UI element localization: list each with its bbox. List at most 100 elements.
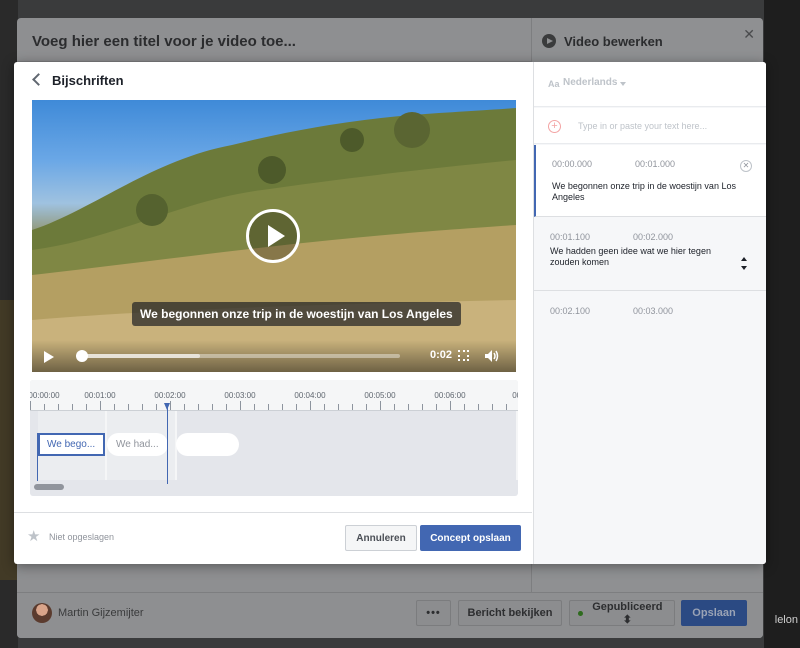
timeline-tick [408,404,409,410]
caption-cue-1[interactable]: 00:00.000 00:01.000 ✕ We begonnen onze t… [534,145,766,217]
cue-end-time[interactable]: 00:01.000 [635,159,675,169]
cue-start-time[interactable]: 00:00.000 [552,159,592,169]
video-controls: 0:02 [32,340,516,372]
timeline-tick [198,404,199,410]
timeline-tick [254,404,255,410]
timeline-tick [324,404,325,410]
backdrop-header: Voeg hier een titel voor je video toe... [17,18,531,62]
timeline-tick [436,404,437,410]
cue-end-time[interactable]: 00:03.000 [633,306,673,316]
dialog-header: Bijschriften [14,62,532,100]
timeline-playhead[interactable] [167,404,168,484]
timeline-tick-label: 00:0 [512,391,518,400]
view-post-button[interactable]: Bericht bekijken [458,600,562,626]
timeline-tick-label: 00:02:00 [154,391,186,400]
play-button[interactable] [246,209,300,263]
cue-text[interactable]: We begonnen onze trip in de woestijn van… [552,181,738,203]
timeline-segment-1[interactable]: We bego... [38,433,105,456]
timeline-tick [128,404,129,410]
cue-text[interactable]: We hadden geen idee wat we hier tegen zo… [550,246,736,268]
play-circle-icon [542,34,556,48]
timeline-tick-label: 00:00:00 [30,391,60,400]
captions-dialog: Bijschriften We begonnen onze trip in de… [14,62,766,564]
close-icon[interactable]: ✕ [743,26,755,43]
video-player[interactable]: We begonnen onze trip in de woestijn van… [32,100,516,372]
star-icon: ★ [27,528,41,545]
timeline-scrollbar[interactable] [34,484,64,490]
save-button[interactable]: Opslaan [681,600,747,626]
timeline-tick [478,404,479,410]
timeline-tick [58,404,59,410]
timeline-ruler[interactable]: 00:00:00 00:01:00 00:02:00 00:03:00 00:04:00… [30,380,518,411]
caption-cue-3[interactable]: 00:02.100 00:03.000 [534,292,766,352]
timeline-tick [422,404,423,410]
progress-scrubber[interactable] [76,350,400,362]
scrubber-handle[interactable] [76,350,88,362]
language-label: Nederlands [563,77,618,88]
timeline-tick [240,401,241,410]
new-caption-row: + [534,108,766,144]
chevron-down-icon [620,82,626,86]
timeline-tick [226,404,227,410]
timeline-tick [506,404,507,410]
video-title-field[interactable]: Voeg hier een titel voor je video toe... [32,33,296,50]
captions-panel: Aa Nederlands + 00:00.000 00:01.000 ✕ We… [533,62,766,564]
timeline-tick [380,401,381,410]
cue-start-time[interactable]: 00:02.100 [550,306,590,316]
timeline-tick [366,404,367,410]
status-dot-icon [578,610,583,616]
timeline-tick [30,401,31,410]
volume-icon[interactable] [484,349,500,363]
timeline-tick [450,401,451,410]
caption-timeline[interactable]: 00:00:00 00:01:00 00:02:00 00:03:00 00:04:00… [30,380,518,496]
timeline-tick [296,404,297,410]
timeline-segment-2[interactable]: We had... [107,433,168,456]
timeline-segment-3[interactable] [176,433,239,456]
cue-start-time[interactable]: 00:01.100 [550,232,590,242]
timeline-tick [464,404,465,410]
caption-overlay: We begonnen onze trip in de woestijn van… [132,302,461,326]
timeline-tick [100,401,101,410]
progress-fill [78,354,201,358]
published-label: Gepubliceerd ⬍ [592,600,663,626]
timeline-tick [170,401,171,410]
dialog-main: Bijschriften We begonnen onze trip in de… [14,62,532,564]
caption-text-input[interactable] [578,118,758,134]
cue-end-time[interactable]: 00:02.000 [633,232,673,242]
dialog-footer: ★ Niet opgeslagen Annuleren Concept opsl… [14,512,532,564]
play-icon[interactable] [44,351,54,363]
fullscreen-icon[interactable] [458,350,469,361]
stepper-icon[interactable] [739,254,750,274]
background-right-strip [764,0,800,648]
timeline-tick [86,404,87,410]
caption-cue-2[interactable]: 00:01.100 00:02.000 We hadden geen idee … [534,218,766,291]
timeline-tick [310,401,311,410]
published-status-button[interactable]: Gepubliceerd ⬍ [569,600,675,626]
language-selector[interactable]: Aa Nederlands [534,62,766,107]
current-time: 0:02 [430,349,453,361]
dialog-title: Bijschriften [52,73,124,88]
timeline-tick [352,404,353,410]
save-draft-button[interactable]: Concept opslaan [420,525,521,551]
video-edit-title: Video bewerken [564,34,663,49]
timeline-tick-label: 00:06:00 [434,391,466,400]
timeline-tick [282,404,283,410]
timeline-tick [142,404,143,410]
add-icon[interactable]: + [548,120,561,133]
backdrop-footer: Martin Gijzemijter ••• Bericht bekijken … [17,592,763,638]
timeline-tick [338,404,339,410]
timeline-tick [72,404,73,410]
playhead-marker-icon[interactable] [164,403,170,410]
cancel-button[interactable]: Annuleren [345,525,417,551]
timeline-tick [184,404,185,410]
avatar [32,603,52,623]
back-arrow-icon[interactable] [32,73,45,86]
timeline-tick [394,404,395,410]
more-options-button[interactable]: ••• [416,600,451,626]
background-right-text: lelon [774,614,798,626]
timeline-tick [114,404,115,410]
timeline-tick-label: 00:05:00 [364,391,396,400]
timeline-tick-label: 00:03:00 [224,391,256,400]
timeline-tick [156,404,157,410]
close-icon[interactable]: ✕ [740,160,752,172]
